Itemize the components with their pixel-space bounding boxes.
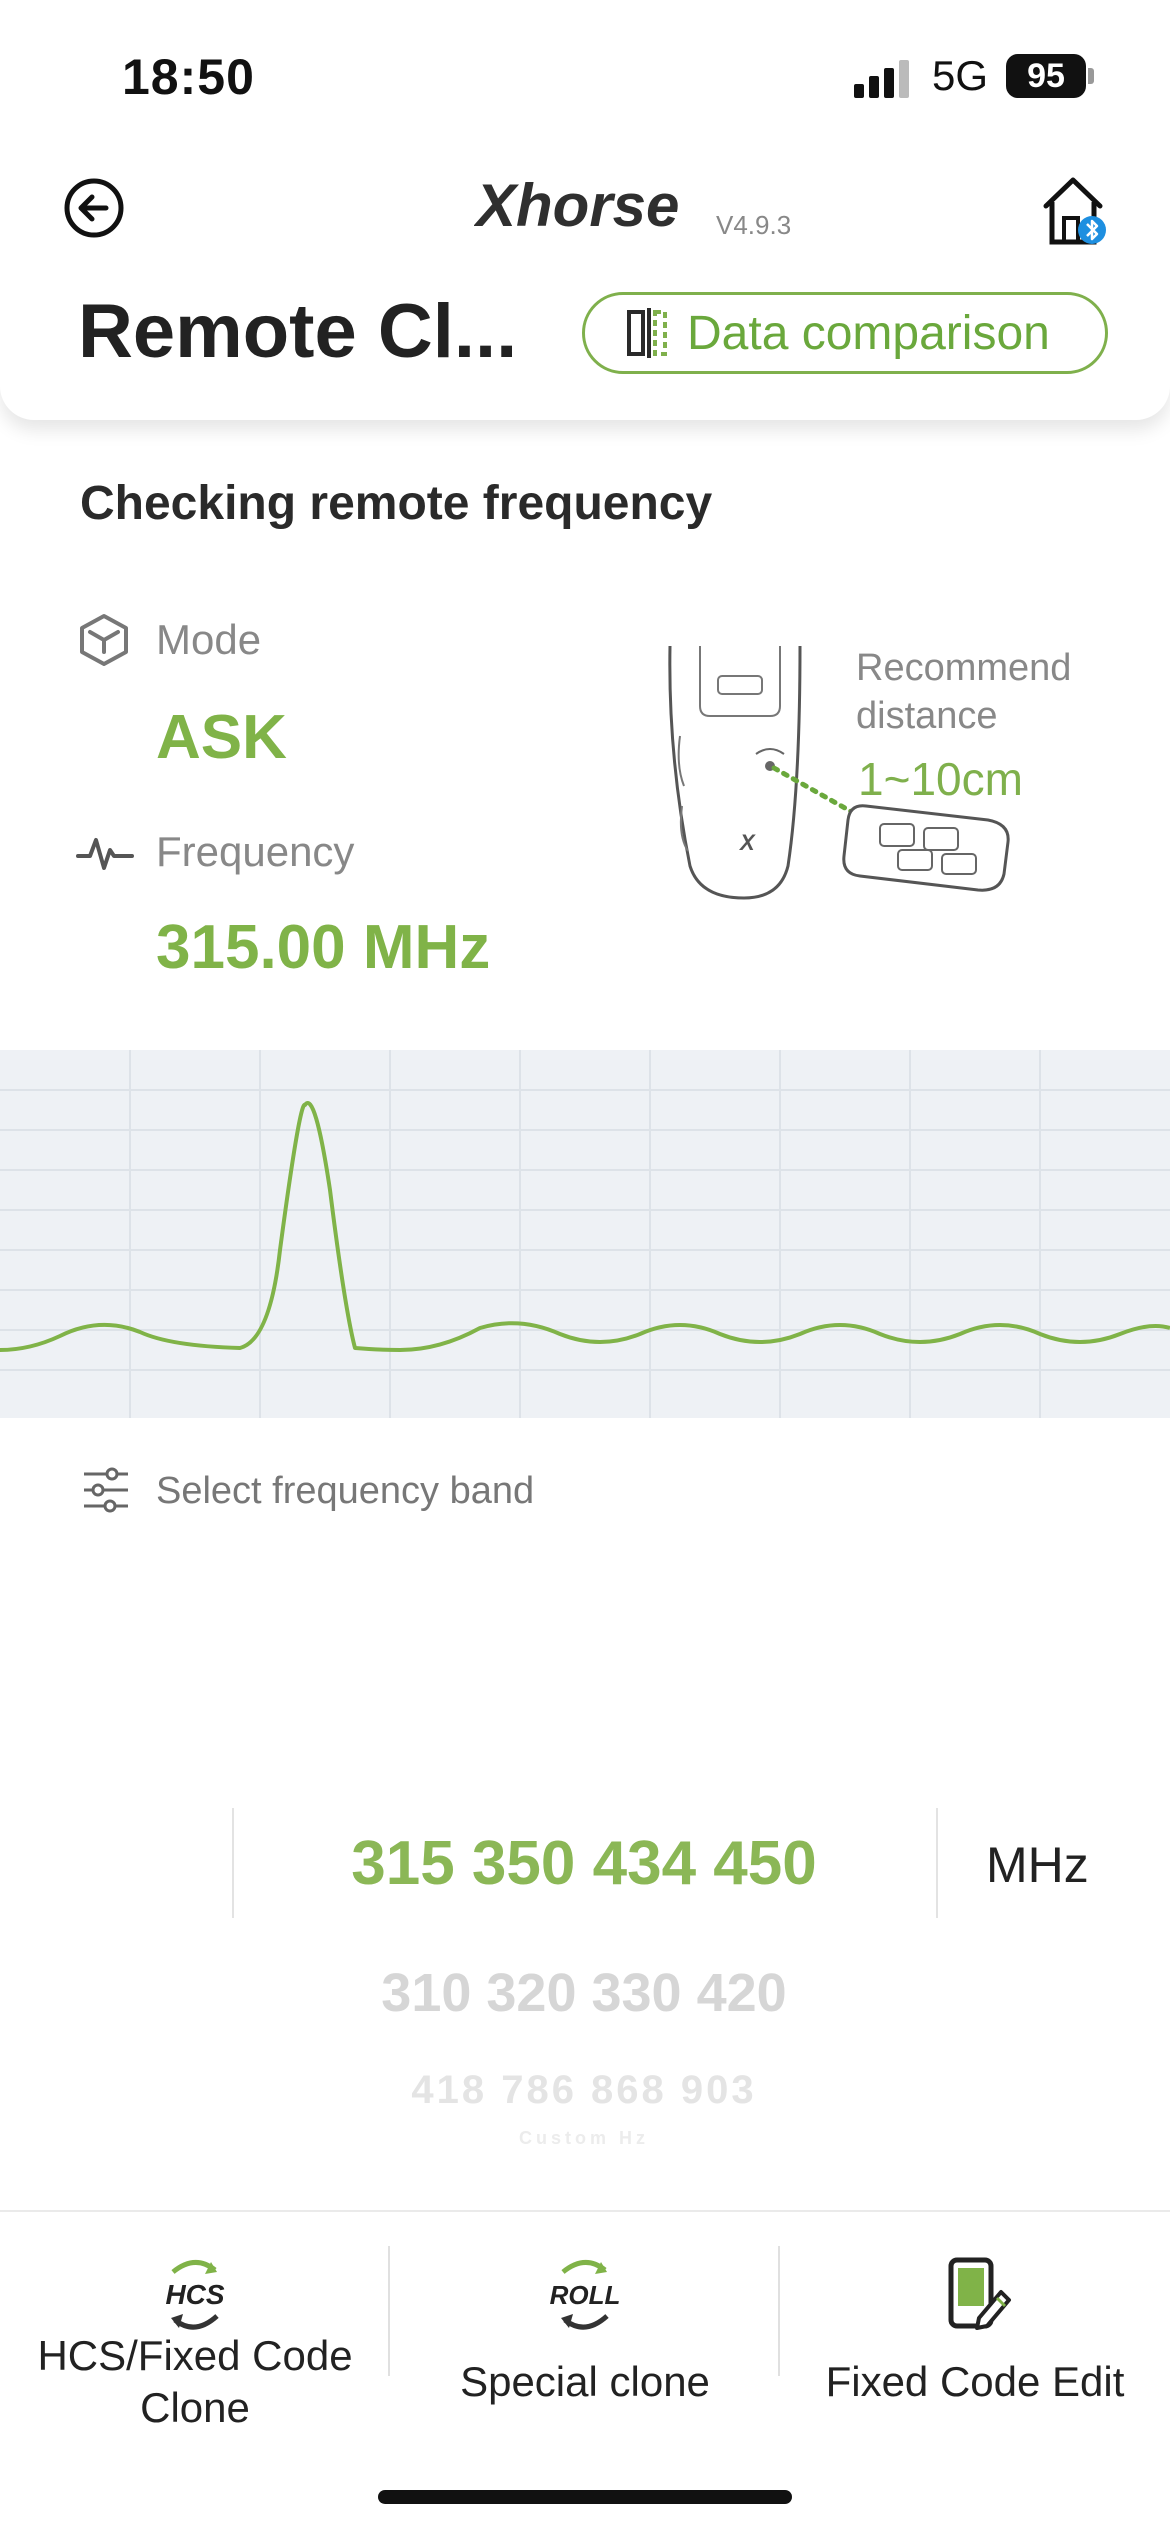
- cellular-signal-icon: [854, 60, 909, 98]
- back-arrow-icon[interactable]: [62, 176, 126, 240]
- fixed-code-edit-label: Fixed Code Edit: [825, 2358, 1125, 2405]
- home-indicator[interactable]: [378, 2490, 792, 2504]
- recommend-line2: distance: [856, 695, 998, 737]
- frequency-label: Frequency: [156, 828, 355, 875]
- svg-text:X: X: [738, 830, 756, 855]
- recommend-line1: Recommend: [856, 647, 1072, 689]
- device-home-bluetooth-icon[interactable]: [1040, 172, 1110, 248]
- edit-phone-icon: [948, 2257, 1011, 2330]
- picker-divider-right: [936, 1808, 938, 1918]
- fixed-code-edit-tab[interactable]: Fixed Code Edit: [780, 2212, 1170, 2452]
- special-clone-label: Special clone: [460, 2358, 710, 2405]
- pulse-icon: [76, 838, 134, 870]
- roll-icon-text: ROLL: [550, 2280, 621, 2310]
- frequency-band-option-selected[interactable]: 315 350 434 450: [234, 1828, 934, 1899]
- select-frequency-band-label[interactable]: Select frequency band: [156, 1470, 534, 1513]
- status-time: 18:50: [122, 49, 255, 105]
- page-title: Remote Cl...: [78, 289, 518, 374]
- compare-icon: [627, 308, 667, 358]
- section-title: Checking remote frequency: [80, 477, 713, 530]
- hcs-icon-text: HCS: [165, 2279, 224, 2310]
- logo-x: Xhorse: [474, 172, 679, 239]
- hcs-icon: HCS: [165, 2260, 225, 2330]
- roll-icon: ROLL: [550, 2260, 621, 2330]
- frequency-band-option[interactable]: Custom Hz: [234, 2128, 934, 2149]
- sliders-icon: [84, 1467, 128, 1513]
- frequency-unit: MHz: [986, 1837, 1089, 1893]
- frequency-band-option[interactable]: 310 320 330 420: [234, 1962, 934, 2024]
- data-comparison-button[interactable]: Data comparison: [582, 292, 1108, 374]
- xhorse-logo: Xhorse: [474, 172, 679, 239]
- bottom-action-bar: HCS HCS/Fixed Code Clone ROLL Special cl…: [0, 2210, 1170, 2532]
- special-clone-tab[interactable]: ROLL Special clone: [390, 2212, 780, 2452]
- app-version: V4.9.3: [716, 210, 792, 240]
- battery-icon: 95: [1006, 54, 1086, 98]
- recommend-distance-value: 1~10cm: [858, 753, 1023, 805]
- hcs-tab-label-line1: HCS/Fixed Code: [37, 2332, 353, 2379]
- recommend-distance-text: Recommend distance: [856, 644, 1071, 740]
- hcs-tab-label-line2: Clone: [140, 2384, 250, 2431]
- frequency-value: 315.00 MHz: [156, 913, 491, 982]
- data-comparison-label: Data comparison: [687, 306, 1050, 360]
- chart-grid: [0, 1050, 1170, 1418]
- status-bar: 18:50 5G 95: [0, 0, 1170, 150]
- mode-value: ASK: [156, 703, 287, 772]
- frequency-signal-chart: [0, 1050, 1170, 1418]
- hcs-tab-label: HCS/Fixed Code Clone: [0, 2330, 390, 2434]
- signal-trace: [0, 1101, 1170, 1352]
- battery-tip: [1088, 68, 1094, 84]
- hcs-fixed-code-clone-tab[interactable]: HCS HCS/Fixed Code Clone: [0, 2212, 390, 2452]
- cube-icon: [80, 614, 128, 666]
- mode-label: Mode: [156, 616, 262, 663]
- frequency-band-option[interactable]: 418 786 868 903: [234, 2068, 934, 2113]
- network-type: 5G: [932, 52, 989, 99]
